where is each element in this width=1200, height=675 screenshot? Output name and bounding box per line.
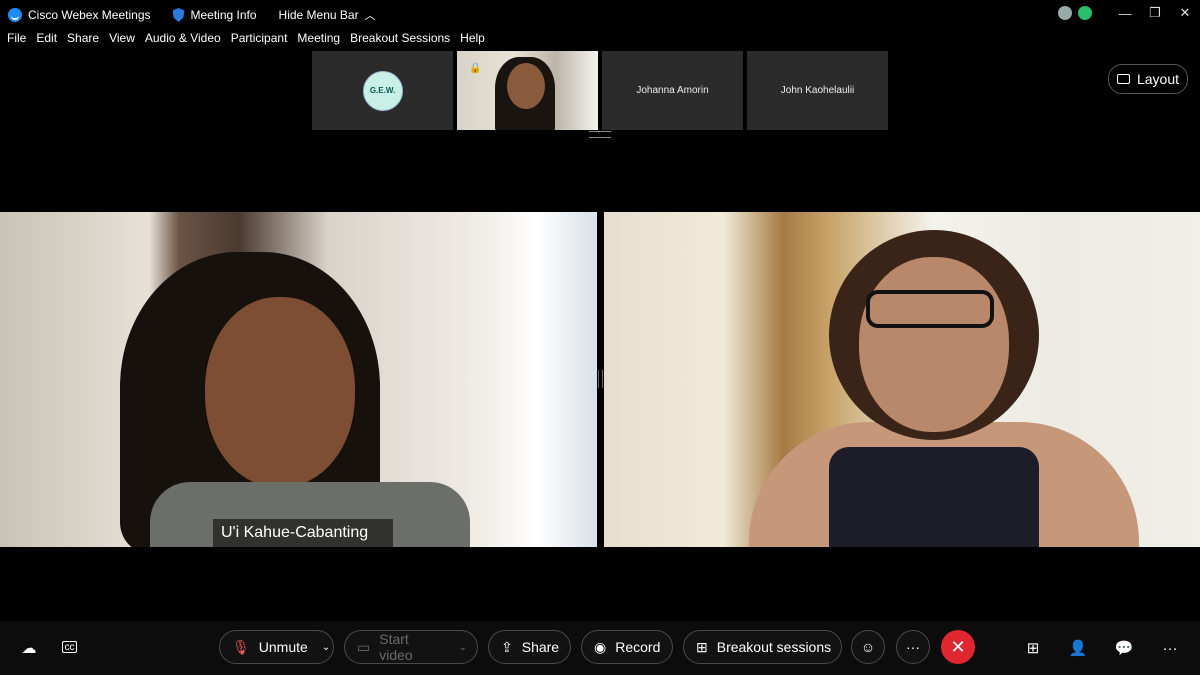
- record-button[interactable]: ◉ Record: [581, 630, 673, 664]
- thumbnail-name: John Kaohelaulii: [780, 85, 855, 96]
- restore-button[interactable]: ❐: [1140, 5, 1170, 21]
- layout-label: Layout: [1136, 71, 1180, 87]
- menu-bar: File Edit Share View Audio & Video Parti…: [0, 31, 488, 49]
- start-video-label: Start video: [379, 631, 413, 663]
- smiley-icon: ☺: [860, 639, 876, 655]
- meeting-toolbar: ☁ cc 🎙 Unmute ⌄ ▭ Start video ⌄ ⇪ Share …: [0, 621, 1200, 675]
- more-icon: ···: [906, 639, 920, 655]
- person-top: [829, 447, 1039, 547]
- breakout-label: Breakout sessions: [716, 639, 832, 655]
- shield-icon: [172, 8, 185, 22]
- minimize-button[interactable]: —: [1110, 6, 1140, 21]
- title-bar: Cisco Webex Meetings Meeting Info Hide M…: [0, 0, 1200, 30]
- record-label: Record: [615, 639, 661, 655]
- menu-meeting[interactable]: Meeting: [297, 31, 340, 49]
- connection-icon[interactable]: [1058, 6, 1072, 20]
- window-controls: — ❐ ✕: [1058, 0, 1200, 26]
- hide-menu-bar-button[interactable]: Hide Menu Bar ︿: [279, 7, 376, 23]
- menu-edit[interactable]: Edit: [36, 31, 57, 49]
- menu-share[interactable]: Share: [67, 31, 99, 49]
- video-tile-left[interactable]: [0, 212, 597, 547]
- menu-help[interactable]: Help: [460, 31, 485, 49]
- hide-menu-bar-label: Hide Menu Bar: [278, 8, 359, 22]
- close-window-button[interactable]: ✕: [1170, 5, 1200, 21]
- unmute-label: Unmute: [258, 639, 308, 655]
- network-health-icon[interactable]: [1078, 6, 1092, 20]
- name-tag: U'i Kahue-Cabanting: [213, 519, 394, 547]
- chevron-up-icon: ︿: [364, 10, 376, 22]
- share-label: Share: [521, 639, 560, 655]
- menu-breakout-sessions[interactable]: Breakout Sessions: [350, 31, 450, 49]
- start-video-button[interactable]: ▭ Start video ⌄: [344, 630, 478, 664]
- app-title: Cisco Webex Meetings: [8, 8, 151, 22]
- thumbnail-name: Johanna Amorin: [636, 85, 709, 96]
- record-icon: ◉: [594, 638, 607, 655]
- video-off-icon: ▭: [357, 638, 371, 655]
- menu-file[interactable]: File: [7, 31, 26, 49]
- menu-audio-video[interactable]: Audio & Video: [145, 31, 221, 49]
- menu-view[interactable]: View: [109, 31, 135, 49]
- gew-logo: G.E.W.: [362, 70, 403, 111]
- app-title-text: Cisco Webex Meetings: [28, 8, 151, 22]
- more-options-button[interactable]: ···: [896, 630, 930, 664]
- layout-button[interactable]: Layout: [1108, 64, 1188, 94]
- closed-captions-icon[interactable]: cc: [62, 641, 77, 653]
- thumbnail-johanna-amorin[interactable]: Johanna Amorin: [602, 51, 743, 130]
- thumbnail-logo[interactable]: G.E.W.: [312, 51, 453, 130]
- thumbnail-video[interactable]: 🔒: [457, 51, 598, 130]
- unmute-button[interactable]: 🎙 Unmute ⌄: [219, 630, 334, 664]
- webex-logo-icon: [8, 8, 22, 22]
- breakout-sessions-button[interactable]: ⊞ Breakout sessions: [683, 630, 842, 664]
- meeting-info-button[interactable]: Meeting Info: [172, 8, 257, 22]
- apps-icon[interactable]: ⊞: [1021, 636, 1045, 660]
- participant-face: [507, 63, 545, 109]
- lock-icon: 🔒: [469, 63, 482, 74]
- resize-handle[interactable]: [589, 131, 611, 138]
- glasses: [866, 290, 994, 328]
- reactions-button[interactable]: ☺: [851, 630, 885, 664]
- video-tile-right[interactable]: [604, 212, 1200, 547]
- participant-thumbnails: G.E.W. 🔒 Johanna Amorin John Kaohelaulii: [312, 51, 888, 130]
- chevron-down-icon: ⌄: [458, 641, 467, 653]
- chat-icon[interactable]: 💬: [1112, 636, 1136, 660]
- chevron-down-icon: ⌄: [321, 641, 331, 653]
- microphone-muted-icon: 🎙: [232, 638, 250, 655]
- avatar-icon[interactable]: ☁: [17, 636, 41, 660]
- participants-icon[interactable]: 👤: [1066, 636, 1090, 660]
- share-icon: ⇪: [501, 638, 513, 655]
- menu-participant[interactable]: Participant: [231, 31, 288, 49]
- breakout-grid-icon: ⊞: [696, 638, 708, 655]
- person-face: [205, 297, 355, 487]
- meeting-info-label: Meeting Info: [190, 8, 257, 22]
- end-meeting-button[interactable]: ✕: [941, 630, 975, 664]
- person-face: [859, 257, 1009, 432]
- close-icon: ✕: [950, 636, 966, 657]
- thumbnail-john-kaohelaulii[interactable]: John Kaohelaulii: [747, 51, 888, 130]
- more-panels-icon[interactable]: ···: [1158, 636, 1182, 660]
- video-divider-handle[interactable]: [598, 370, 603, 388]
- share-button[interactable]: ⇪ Share: [488, 630, 571, 664]
- layout-icon: [1116, 74, 1130, 84]
